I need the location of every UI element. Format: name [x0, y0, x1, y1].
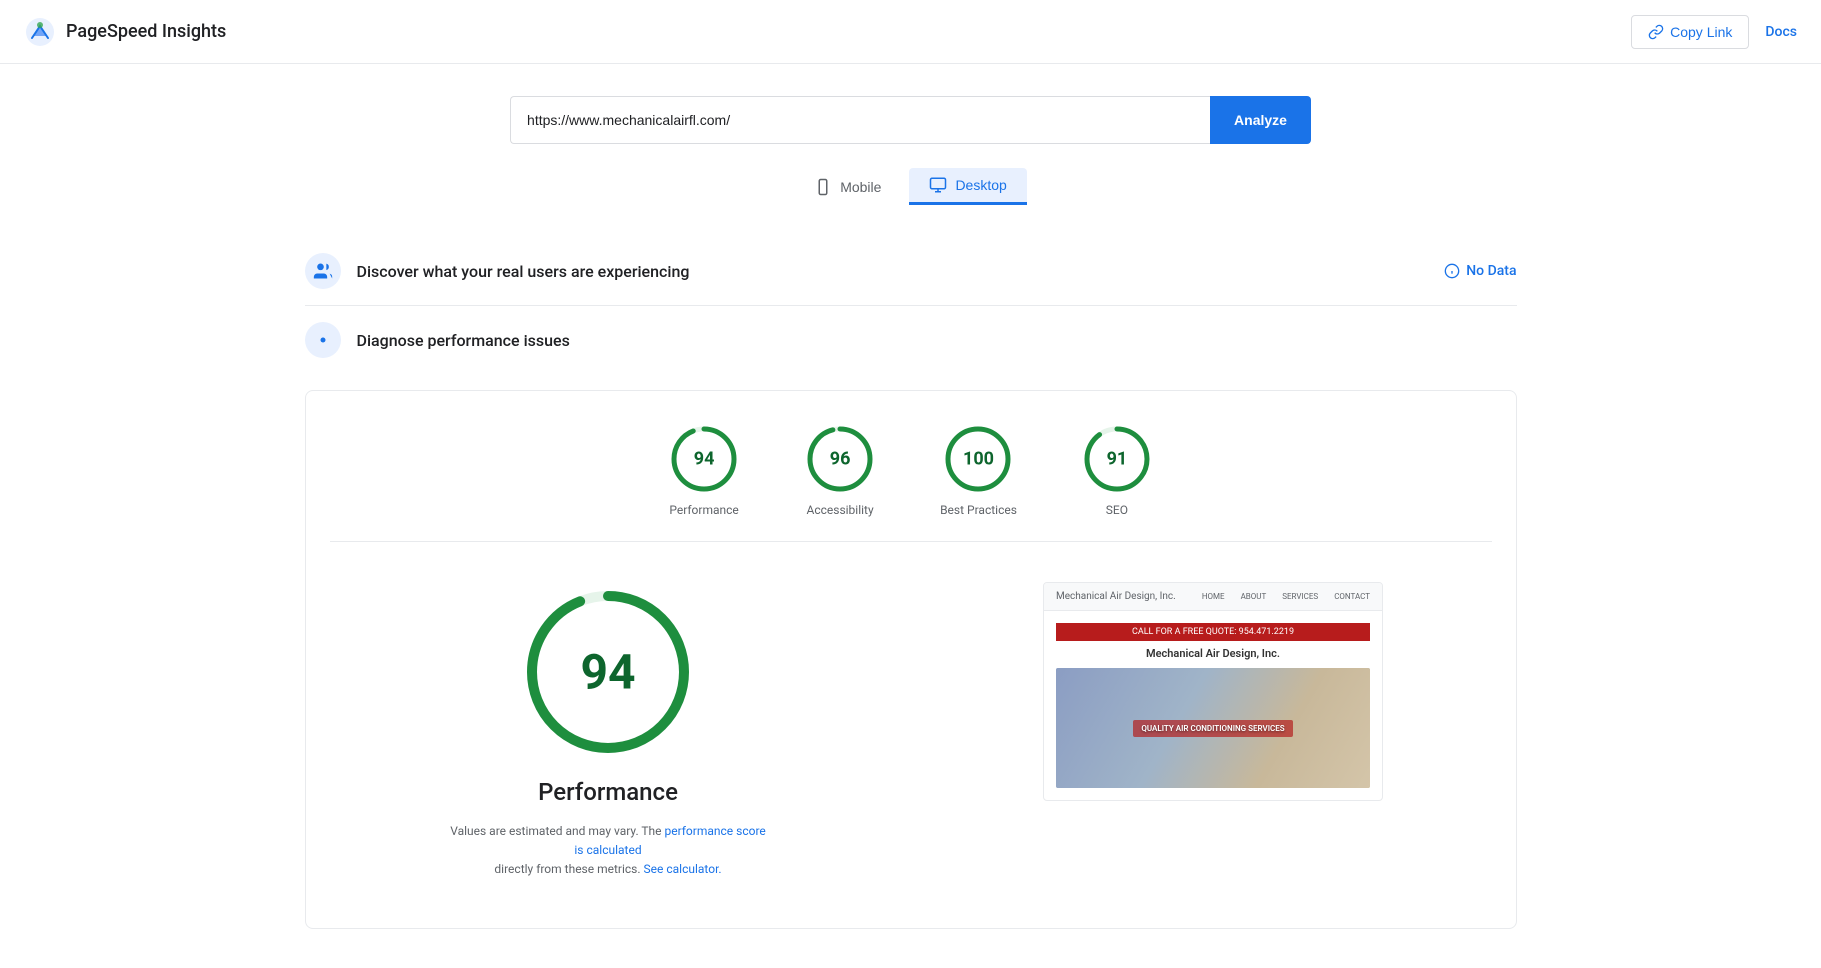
performance-value: 94: [694, 449, 715, 470]
score-performance[interactable]: 94 Performance: [668, 423, 740, 517]
analyze-button[interactable]: Analyze: [1210, 96, 1311, 144]
desktop-label: Desktop: [955, 177, 1006, 193]
screenshot-nav: HOME ABOUT SERVICES CONTACT: [1202, 592, 1370, 601]
large-performance-title: Performance: [538, 778, 678, 806]
screenshot-brand: Mechanical Air Design, Inc.: [1056, 591, 1176, 602]
nav-services: SERVICES: [1282, 592, 1318, 601]
score-description: Values are estimated and may vary. The p…: [448, 822, 768, 880]
header-left: PageSpeed Insights: [24, 16, 226, 48]
score-accessibility[interactable]: 96 Accessibility: [804, 423, 876, 517]
link-icon: [1648, 24, 1664, 40]
docs-link[interactable]: Docs: [1765, 24, 1797, 40]
accessibility-label: Accessibility: [807, 503, 874, 517]
app-title: PageSpeed Insights: [66, 21, 226, 42]
url-input[interactable]: [510, 96, 1210, 144]
screenshot-header: Mechanical Air Design, Inc. HOME ABOUT S…: [1044, 583, 1382, 611]
call-text: CALL FOR A FREE QUOTE: 954.471.2219: [1132, 627, 1294, 637]
real-users-title: Discover what your real users are experi…: [357, 262, 1429, 281]
best-practices-circle: 100: [942, 423, 1014, 495]
info-icon: [1444, 263, 1460, 279]
site-screenshot: Mechanical Air Design, Inc. HOME ABOUT S…: [1043, 582, 1383, 801]
users-icon: [313, 261, 333, 281]
seo-circle: 91: [1081, 423, 1153, 495]
users-icon-wrapper: [305, 253, 341, 289]
score-seo[interactable]: 91 SEO: [1081, 423, 1153, 517]
header: PageSpeed Insights Copy Link Docs: [0, 0, 1821, 64]
best-practices-value: 100: [963, 449, 994, 470]
diagnose-icon-wrapper: [305, 322, 341, 358]
site-title: Mechanical Air Design, Inc.: [1056, 647, 1370, 660]
scores-row: 94 Performance 96 Accessibility: [330, 423, 1492, 517]
see-calculator-link[interactable]: See calculator.: [644, 862, 722, 876]
large-performance-value: 94: [580, 644, 635, 701]
copy-link-button[interactable]: Copy Link: [1631, 15, 1749, 49]
mobile-tab[interactable]: Mobile: [794, 168, 901, 205]
header-right: Copy Link Docs: [1631, 15, 1797, 49]
scores-panel: 94 Performance 96 Accessibility: [305, 390, 1517, 929]
seo-label: SEO: [1106, 503, 1128, 517]
no-data-badge: No Data: [1444, 263, 1516, 279]
accessibility-value: 96: [830, 449, 851, 470]
nav-home: HOME: [1202, 592, 1225, 601]
mobile-label: Mobile: [840, 179, 881, 195]
large-score-section: 94 Performance Values are estimated and …: [330, 558, 1492, 904]
no-data-label: No Data: [1466, 263, 1516, 279]
screenshot-image: QUALITY AIR CONDITIONING SERVICES: [1056, 668, 1370, 788]
mobile-icon: [814, 178, 832, 196]
large-performance-circle: 94: [518, 582, 698, 762]
url-bar-row: Analyze: [305, 96, 1517, 144]
performance-circle: 94: [668, 423, 740, 495]
description-middle: directly from these metrics.: [494, 862, 640, 876]
large-score-left: 94 Performance Values are estimated and …: [330, 582, 887, 880]
seo-value: 91: [1107, 449, 1128, 470]
best-practices-label: Best Practices: [940, 503, 1017, 517]
desktop-tab[interactable]: Desktop: [909, 168, 1026, 205]
diagnose-section: Diagnose performance issues: [305, 306, 1517, 374]
nav-about: ABOUT: [1241, 592, 1267, 601]
accessibility-circle: 96: [804, 423, 876, 495]
real-users-section: Discover what your real users are experi…: [305, 237, 1517, 306]
copy-link-label: Copy Link: [1670, 24, 1732, 40]
divider: [330, 541, 1492, 542]
site-call-bar: CALL FOR A FREE QUOTE: 954.471.2219: [1056, 623, 1370, 641]
pagespeed-logo: [24, 16, 56, 48]
tagline-text: QUALITY AIR CONDITIONING SERVICES: [1133, 720, 1292, 737]
diagnose-icon: [313, 330, 333, 350]
main-content: Analyze Mobile Desktop: [281, 64, 1541, 961]
device-toggle: Mobile Desktop: [305, 168, 1517, 205]
screenshot-body: CALL FOR A FREE QUOTE: 954.471.2219 Mech…: [1044, 611, 1382, 800]
diagnose-title: Diagnose performance issues: [357, 331, 1517, 350]
desktop-icon: [929, 176, 947, 194]
performance-label: Performance: [669, 503, 738, 517]
score-best-practices[interactable]: 100 Best Practices: [940, 423, 1017, 517]
large-score-right: Mechanical Air Design, Inc. HOME ABOUT S…: [935, 582, 1492, 880]
description-prefix: Values are estimated and may vary. The: [450, 824, 661, 838]
nav-contact: CONTACT: [1334, 592, 1370, 601]
